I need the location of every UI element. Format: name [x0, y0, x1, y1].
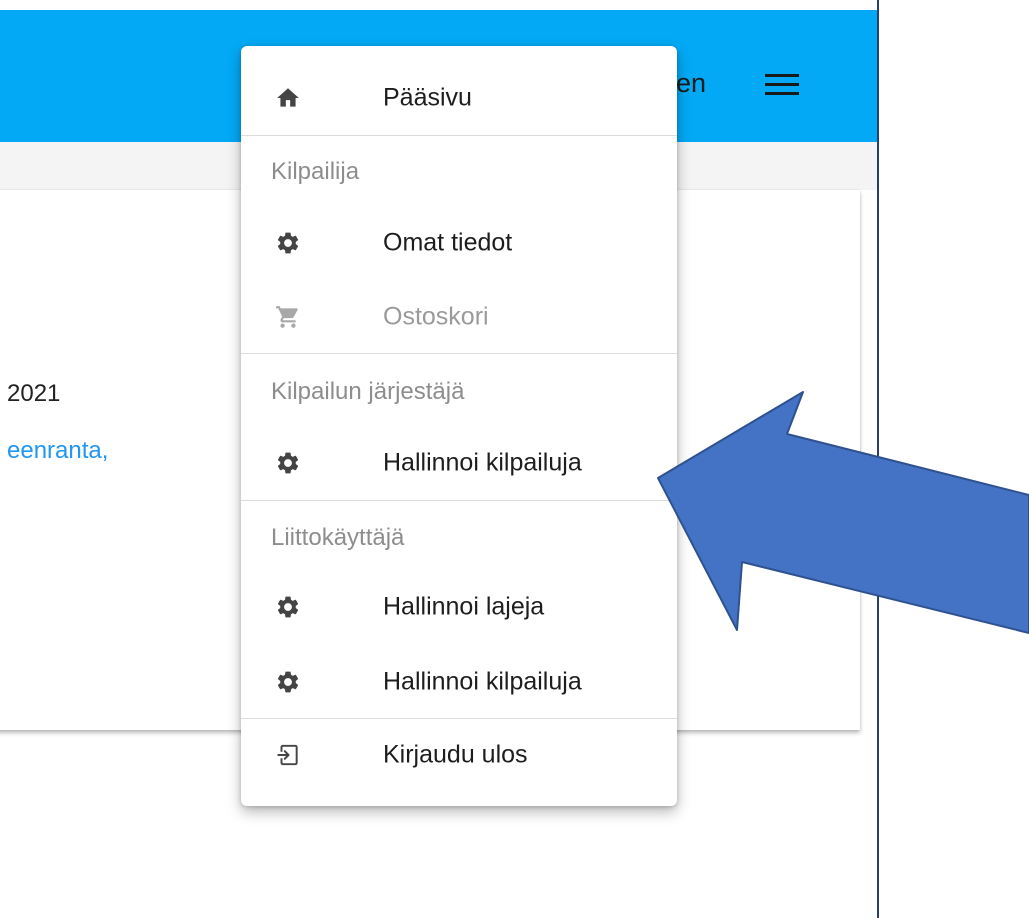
section-header-federation: Liittokäyttäjä [271, 524, 405, 551]
logout-icon [277, 744, 298, 766]
menu-item-organizer-manage-competitions[interactable]: Hallinnoi kilpailuja [241, 428, 677, 498]
menu-item-label: Hallinnoi lajeja [383, 592, 545, 621]
menu-item-label: Ostoskori [383, 302, 489, 331]
menu-divider [241, 718, 677, 719]
user-dropdown-menu: Pääsivu Kilpailija Omat tiedot Ostoskori… [241, 46, 677, 806]
gear-icon [277, 452, 299, 474]
menu-item-label: Kirjaudu ulos [383, 740, 528, 769]
section-header-competitor: Kilpailija [271, 158, 360, 185]
user-name[interactable]: en [676, 68, 706, 99]
menu-item-label: Pääsivu [383, 83, 472, 112]
menu-divider [241, 353, 677, 354]
menu-divider [241, 135, 677, 136]
menu-divider [241, 500, 677, 501]
competition-year: 2021 [7, 380, 61, 407]
window-border [877, 0, 879, 918]
menu-item-federation-manage-competitions[interactable]: Hallinnoi kilpailuja [241, 647, 677, 717]
menu-item-label: Hallinnoi kilpailuja [383, 448, 582, 477]
cart-icon [276, 306, 298, 328]
gear-icon [277, 596, 299, 618]
location-link[interactable]: eenranta, [7, 437, 108, 465]
menu-item-own-info[interactable]: Omat tiedot [241, 208, 677, 278]
menu-item-manage-sports[interactable]: Hallinnoi lajeja [241, 572, 677, 642]
gear-icon [277, 671, 299, 693]
section-header-organizer: Kilpailun järjestäjä [271, 378, 465, 405]
menu-item-label: Hallinnoi kilpailuja [383, 667, 582, 696]
home-icon [277, 88, 299, 107]
hamburger-icon[interactable] [765, 72, 799, 98]
menu-item-label: Omat tiedot [383, 228, 513, 257]
menu-item-logout[interactable]: Kirjaudu ulos [241, 720, 677, 790]
menu-item-cart: Ostoskori [241, 282, 677, 352]
gear-icon [277, 232, 299, 254]
menu-item-home[interactable]: Pääsivu [241, 63, 677, 133]
